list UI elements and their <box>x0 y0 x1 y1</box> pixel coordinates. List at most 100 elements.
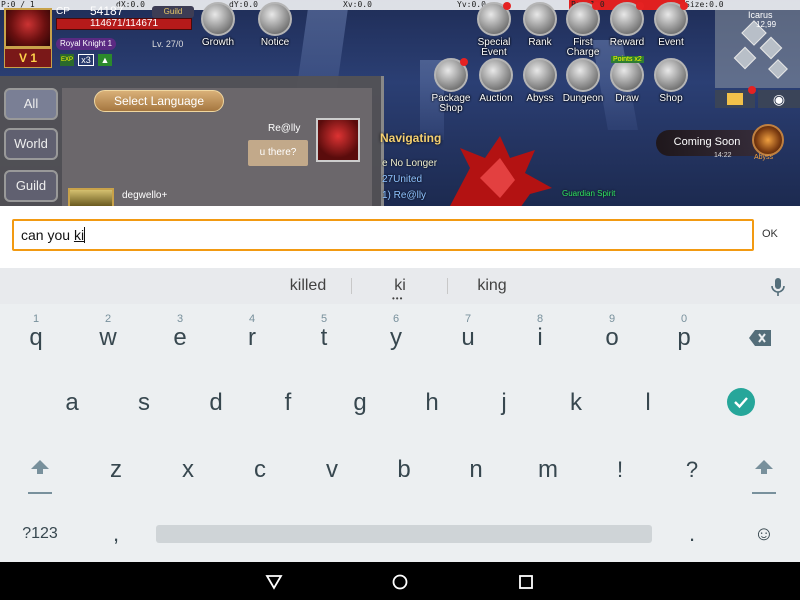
eye-toggle-button[interactable]: ◉ <box>758 90 800 108</box>
key-d[interactable]: d <box>186 373 246 433</box>
player-portrait[interactable] <box>4 8 52 48</box>
ok-button[interactable]: OK <box>762 228 778 240</box>
backspace-key[interactable] <box>730 308 790 368</box>
minimap-tile <box>733 46 757 70</box>
select-language-button[interactable]: Select Language <box>94 90 224 112</box>
mail-button[interactable] <box>715 86 756 108</box>
symbols-key[interactable]: ?123 <box>10 504 70 564</box>
checkmark-icon <box>734 397 748 409</box>
key-e[interactable]: 3e <box>150 308 210 368</box>
recents-icon[interactable] <box>516 572 536 592</box>
notification-dot <box>503 2 511 10</box>
key-u[interactable]: 7u <box>438 308 498 368</box>
key-s[interactable]: s <box>114 373 174 433</box>
cp-value: 54187 <box>90 4 124 18</box>
key-c[interactable]: c <box>230 440 290 500</box>
back-icon[interactable] <box>264 572 284 592</box>
key-x[interactable]: x <box>158 440 218 500</box>
input-committed-text: can you <box>21 227 74 243</box>
growth-label: Growth <box>201 37 235 48</box>
key-m[interactable]: m <box>518 440 578 500</box>
key-k[interactable]: k <box>546 373 606 433</box>
game-viewport[interactable]: P:0 / 1 dX:0.0 dY:0.0 Xv:0.0 Yv:0.0 Prs:… <box>0 0 800 206</box>
microphone-icon[interactable] <box>770 277 786 297</box>
key-o[interactable]: 9o <box>582 308 642 368</box>
chat-sender-avatar[interactable] <box>68 188 114 206</box>
growth-button[interactable]: Growth <box>192 2 244 48</box>
event-button[interactable]: Event <box>645 2 697 48</box>
first-charge-icon <box>566 2 600 36</box>
coming-soon-banner[interactable]: Coming Soon 14:22 <box>656 130 758 159</box>
dragon-character[interactable] <box>440 128 558 206</box>
rank-chip: Royal Knight 1 <box>56 38 117 50</box>
key-hint: 8 <box>536 313 544 325</box>
key-q[interactable]: 1q <box>6 308 66 368</box>
notice-icon <box>258 2 292 36</box>
chat-text-input[interactable]: can you ki <box>12 219 754 251</box>
done-key[interactable] <box>727 388 755 416</box>
guardian-spirit-label: Guardian Spirit <box>562 189 616 198</box>
debug-xv: Xv:0.0 <box>343 0 372 9</box>
emoji-key[interactable]: ☺ <box>734 504 794 564</box>
key-z[interactable]: z <box>86 440 146 500</box>
coming-soon-timer: 14:22 <box>714 152 732 159</box>
home-icon[interactable] <box>390 572 410 592</box>
key-v[interactable]: v <box>302 440 362 500</box>
suggestion-king[interactable]: king <box>452 268 532 304</box>
space-bar[interactable] <box>156 525 652 543</box>
key-letter: p <box>677 324 691 351</box>
abyss-portal-icon[interactable] <box>752 124 784 156</box>
notice-label: Notice <box>260 37 290 48</box>
key-h[interactable]: h <box>402 373 462 433</box>
chat-message-bubble: u there? <box>248 140 308 166</box>
chat-tab-guild[interactable]: Guild <box>4 170 58 202</box>
key-exclamation[interactable]: ! <box>590 440 650 500</box>
shift-indicator <box>28 492 52 494</box>
special-event-button[interactable]: Special Event <box>468 2 520 58</box>
key-i[interactable]: 8i <box>510 308 570 368</box>
key-r[interactable]: 4r <box>222 308 282 368</box>
vip-badge[interactable]: V 1 <box>4 48 52 68</box>
more-suggestions-dots: ••• <box>392 294 404 303</box>
key-l[interactable]: l <box>618 373 678 433</box>
key-question[interactable]: ? <box>662 440 722 500</box>
hp-text: 114671/114671 <box>89 18 159 29</box>
key-hint: 3 <box>176 313 184 325</box>
minimap-name: Icarus <box>748 10 773 20</box>
chat-tab-world[interactable]: World <box>4 128 58 160</box>
key-y[interactable]: 6y <box>366 308 426 368</box>
key-b[interactable]: b <box>374 440 434 500</box>
shift-key-left[interactable] <box>10 440 70 500</box>
key-hint: 1 <box>32 313 40 325</box>
chat-tab-all[interactable]: All <box>4 88 58 120</box>
event-label: Event <box>658 37 684 48</box>
key-j[interactable]: j <box>474 373 534 433</box>
system-navigation-bar <box>0 562 800 600</box>
guild-chip[interactable]: Guild <box>152 6 194 18</box>
notification-dot <box>748 86 756 94</box>
suggestion-killed[interactable]: killed <box>258 268 358 304</box>
chat-sender-avatar[interactable] <box>316 118 360 162</box>
key-n[interactable]: n <box>446 440 506 500</box>
key-t[interactable]: 5t <box>294 308 354 368</box>
notice-button[interactable]: Notice <box>249 2 301 48</box>
key-hint: 7 <box>464 313 472 325</box>
key-hint: 9 <box>608 313 616 325</box>
abyss-portal-label: Abyss <box>754 154 774 161</box>
level-up-icon[interactable]: ▲ <box>98 54 112 66</box>
key-g[interactable]: g <box>330 373 390 433</box>
text-caret <box>84 227 86 243</box>
shift-key-right[interactable] <box>734 440 794 500</box>
key-p[interactable]: 0p <box>654 308 714 368</box>
key-comma[interactable]: , <box>86 504 146 564</box>
shop-button[interactable]: Shop <box>645 58 697 104</box>
emoji-icon: ☺ <box>753 523 775 545</box>
suggestion-divider <box>351 278 352 294</box>
abyss-icon <box>523 58 557 92</box>
key-period[interactable]: . <box>662 504 722 564</box>
key-w[interactable]: 2w <box>78 308 138 368</box>
key-a[interactable]: a <box>42 373 102 433</box>
key-f[interactable]: f <box>258 373 318 433</box>
cp-label: CP <box>56 6 70 17</box>
notification-dot <box>636 2 644 10</box>
